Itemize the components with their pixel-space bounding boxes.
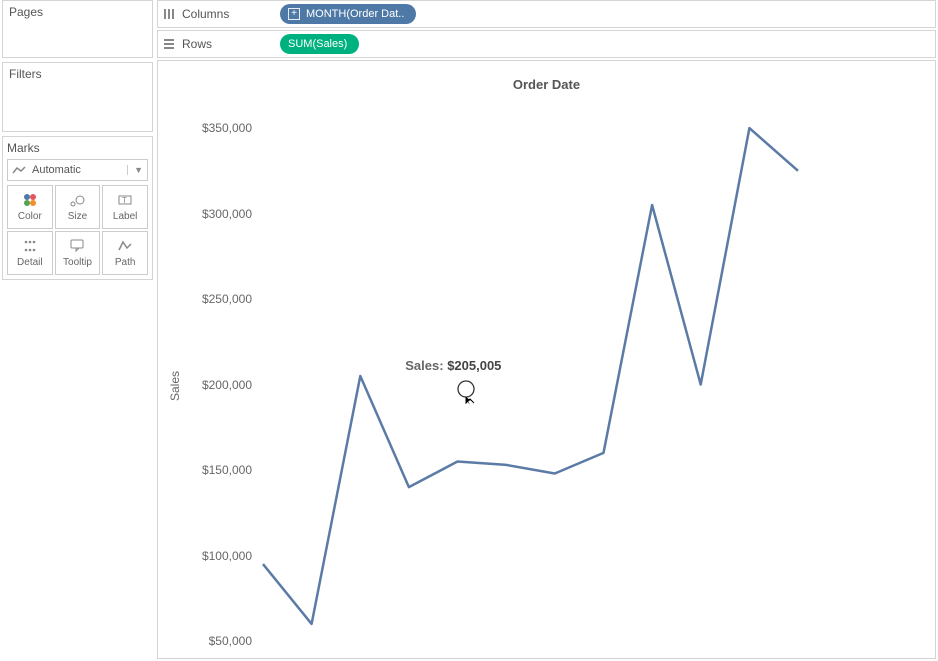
expand-icon: + [288,8,300,20]
marks-tooltip-button[interactable]: Tooltip [55,231,101,275]
pages-panel: Pages [2,0,153,58]
path-icon [117,238,133,254]
chevron-down-icon: ▼ [127,165,143,175]
marks-size-button[interactable]: Size [55,185,101,229]
annotation-prefix: Sales: [405,358,447,373]
rows-shelf[interactable]: Rows SUM(Sales) [157,30,936,58]
marks-path-button[interactable]: Path [102,231,148,275]
marks-detail-label: Detail [17,257,43,268]
marks-panel: Marks Automatic ▼ Color Size T [2,136,153,280]
marks-detail-button[interactable]: Detail [7,231,53,275]
line-chart [158,61,933,659]
mark-type-label: Automatic [32,164,81,176]
marks-tooltip-label: Tooltip [63,257,92,268]
detail-icon [22,238,38,254]
viz-canvas[interactable]: Order Date Sales $350,000$300,000$250,00… [157,60,936,659]
columns-shelf-label: Columns [182,7,229,21]
label-icon: T [117,192,133,208]
tooltip-icon [69,238,85,254]
svg-text:T: T [122,196,127,205]
marks-label-button[interactable]: T Label [102,185,148,229]
mark-type-dropdown[interactable]: Automatic ▼ [7,159,148,181]
filters-panel: Filters [2,62,153,132]
color-icon [22,192,38,208]
marks-color-button[interactable]: Color [7,185,53,229]
annotation-label: Sales: $205,005 [405,358,501,373]
marks-label-label: Label [113,211,137,222]
size-icon [69,192,85,208]
columns-pill-orderdate[interactable]: + MONTH(Order Dat.. [280,4,416,24]
rows-shelf-label: Rows [182,37,212,51]
line-mark-icon [12,165,26,175]
rows-icon [162,37,176,51]
pages-panel-title: Pages [9,5,146,19]
rows-pill-sales[interactable]: SUM(Sales) [280,34,359,54]
columns-shelf[interactable]: Columns + MONTH(Order Dat.. [157,0,936,28]
marks-panel-title: Marks [7,141,148,155]
rows-pill-label: SUM(Sales) [288,38,347,50]
marks-color-label: Color [18,211,42,222]
columns-icon [162,7,176,21]
marks-size-label: Size [68,211,87,222]
annotation-value: $205,005 [447,358,501,373]
filters-panel-title: Filters [9,67,146,81]
columns-pill-label: MONTH(Order Dat.. [306,8,404,20]
marks-path-label: Path [115,257,136,268]
